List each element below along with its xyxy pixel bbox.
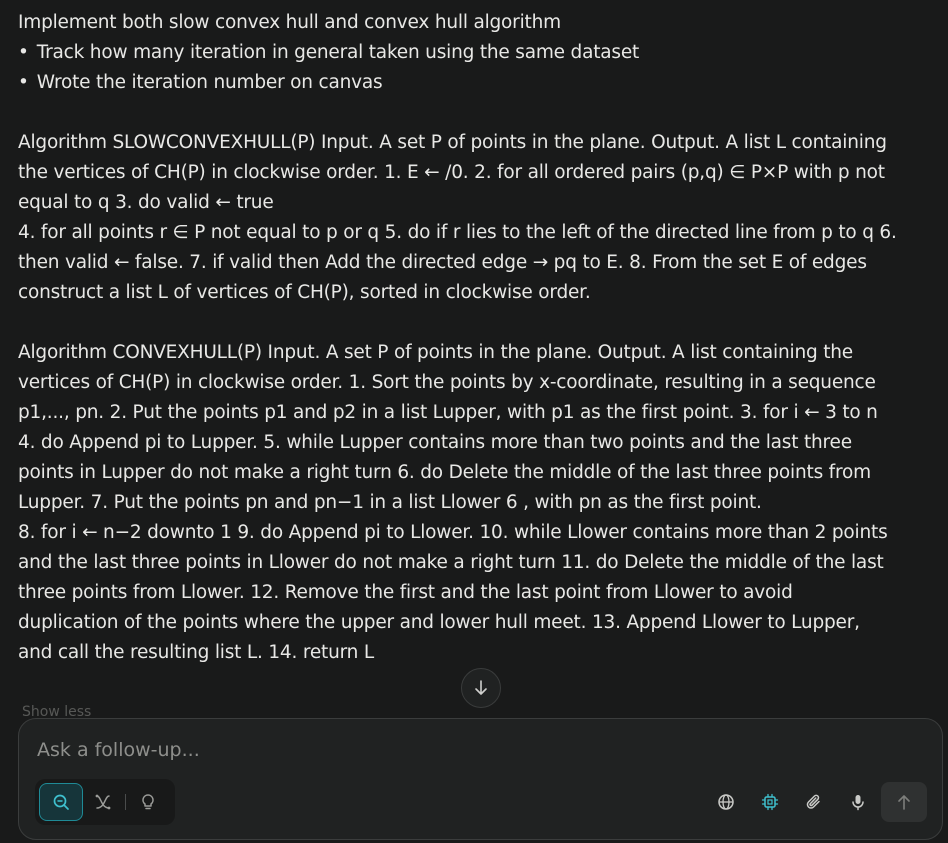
research-icon xyxy=(94,793,112,811)
send-button[interactable] xyxy=(881,782,927,822)
arrow-up-icon xyxy=(897,794,911,810)
attach-button[interactable] xyxy=(797,785,831,819)
mode-search-button[interactable] xyxy=(39,783,83,821)
lightbulb-icon xyxy=(139,793,157,811)
composer-tools xyxy=(699,785,875,819)
scroll-down-button[interactable] xyxy=(461,668,501,708)
user-message: Implement both slow convex hull and conv… xyxy=(18,8,898,668)
message-paragraph: Algorithm CONVEXHULL(P) Input. A set P o… xyxy=(18,342,878,513)
microphone-icon xyxy=(849,793,867,811)
follow-up-composer xyxy=(18,718,943,840)
mode-labs-button[interactable] xyxy=(128,783,168,821)
mode-selector xyxy=(35,779,175,825)
search-icon xyxy=(52,793,70,811)
globe-icon xyxy=(717,793,735,811)
cpu-icon xyxy=(761,793,779,811)
mode-divider xyxy=(125,794,126,810)
language-button[interactable] xyxy=(709,785,743,819)
follow-up-input[interactable] xyxy=(37,735,897,765)
message-paragraph: 4. for all points r ∈ P not equal to p o… xyxy=(18,222,897,303)
message-bullet: Wrote the iteration number on canvas xyxy=(18,68,898,98)
message-paragraph: Algorithm SLOWCONVEXHULL(P) Input. A set… xyxy=(18,132,887,213)
message-bullet: Track how many iteration in general take… xyxy=(18,38,898,68)
voice-button[interactable] xyxy=(841,785,875,819)
arrow-down-icon xyxy=(474,680,488,696)
model-button[interactable] xyxy=(753,785,787,819)
mode-research-button[interactable] xyxy=(83,783,123,821)
message-title: Implement both slow convex hull and conv… xyxy=(18,12,561,33)
message-paragraph: 8. for i ← n−2 downto 1 9. do Append pi … xyxy=(18,522,888,663)
paperclip-icon xyxy=(805,793,823,811)
